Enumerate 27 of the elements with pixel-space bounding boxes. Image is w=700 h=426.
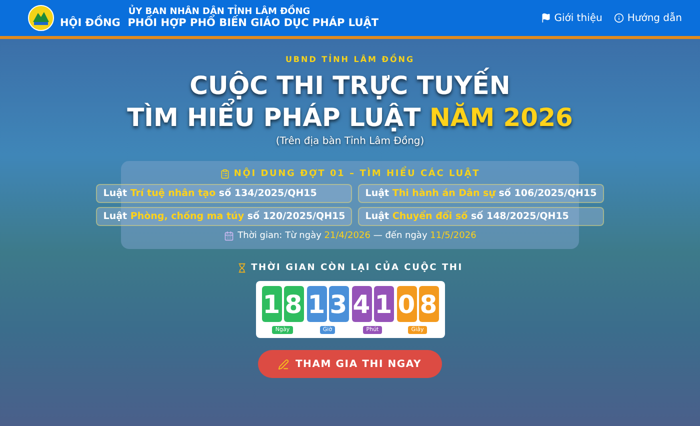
join-button[interactable]: THAM GIA THI NGAY bbox=[258, 350, 442, 378]
countdown-digit: 1 bbox=[306, 286, 326, 322]
law-item: Luật Thi hành án Dân sự số 106/2025/QH15 bbox=[358, 184, 604, 203]
date-range-text: Thời gian: Từ ngày 21/4/2026 — đến ngày 11/5/2026 bbox=[238, 231, 476, 241]
countdown-digit: 8 bbox=[284, 286, 304, 322]
kicker-text: UBND TỈNH LÂM ĐỒNG bbox=[285, 55, 415, 64]
law-item: Luật Trí tuệ nhân tạo số 134/2025/QH15 bbox=[96, 184, 352, 203]
countdown-digit: 0 bbox=[396, 286, 416, 322]
hourglass-icon bbox=[237, 263, 248, 273]
law-item: Luật Chuyển đổi số số 148/2025/QH15 bbox=[358, 207, 604, 226]
countdown-digit: 1 bbox=[262, 286, 282, 322]
contest-title: CUỘC THI TRỰC TUYẾN TÌM HIỂU PHÁP LUẬT NĂM 2026 bbox=[127, 70, 573, 134]
logo-icon bbox=[28, 5, 54, 31]
clipboard-icon bbox=[220, 169, 230, 179]
countdown-heading: THỜI GIAN CÒN LẠI CỦA CUỘC THI bbox=[251, 263, 463, 273]
law-item: Luật Phòng, chống ma túy số 120/2025/QH15 bbox=[96, 207, 352, 226]
countdown-digit: 8 bbox=[418, 286, 438, 322]
nav-link[interactable]: Hướng dẫn bbox=[614, 12, 682, 24]
countdown-digit: 3 bbox=[328, 286, 348, 322]
council-name: HỘI ĐỒNG PHỐI HỢP PHỔ BIẾN GIÁO DỤC PHÁP LUẬT bbox=[60, 17, 379, 29]
subtitle-text: (Trên địa bàn Tỉnh Lâm Đồng) bbox=[276, 136, 424, 147]
flag-icon bbox=[541, 13, 552, 23]
nav-link[interactable]: Giới thiệu bbox=[541, 12, 602, 24]
countdown-digit: 1 bbox=[374, 286, 394, 322]
countdown-digit: 4 bbox=[352, 286, 372, 322]
info-icon bbox=[614, 13, 624, 23]
calendar-icon bbox=[224, 231, 234, 241]
